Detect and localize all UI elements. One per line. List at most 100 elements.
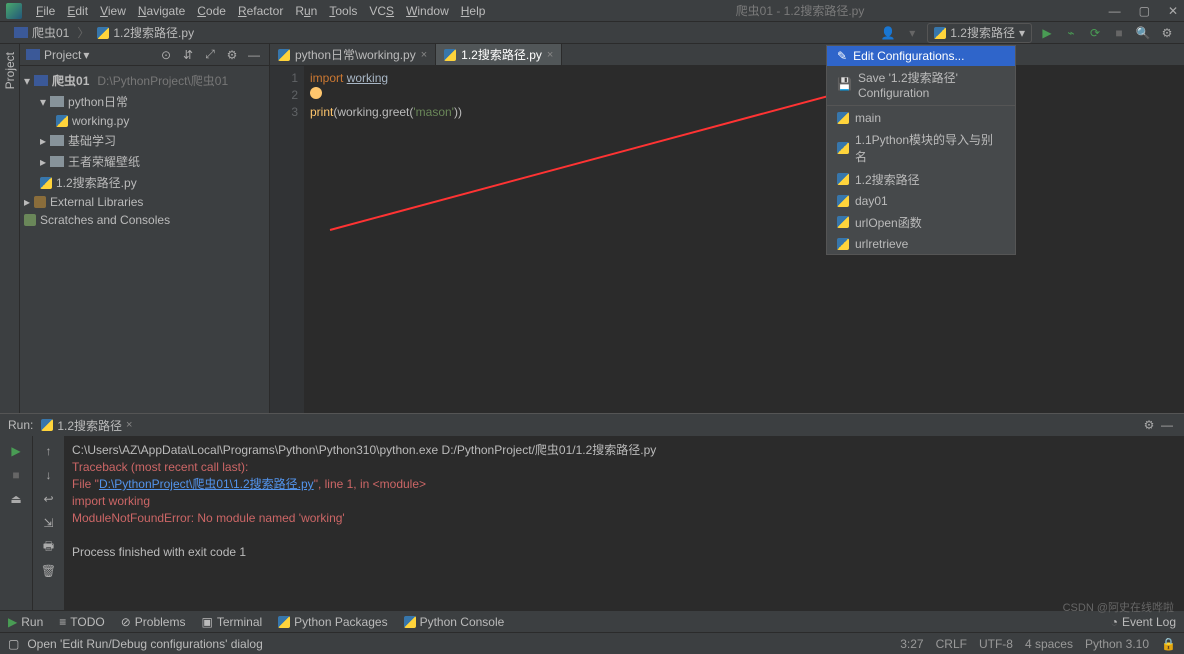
select-opened-file-icon[interactable]: ⊙ <box>157 46 175 64</box>
tree-path: D:\PythonProject\爬虫01 <box>97 72 228 89</box>
down-stack-icon[interactable]: ↓ <box>40 466 58 484</box>
tree-label: 1.2搜索路径.py <box>56 174 137 191</box>
status-lock-icon[interactable]: 🔒 <box>1161 637 1176 651</box>
search-everywhere-icon[interactable]: 🔍 <box>1134 24 1152 42</box>
collapse-all-icon[interactable]: ⤢ <box>201 46 219 64</box>
add-user-icon[interactable]: 👤 <box>879 24 897 42</box>
console-link[interactable]: D:\PythonProject\爬虫01\1.2搜索路径.py <box>99 477 314 491</box>
run-config-selector[interactable]: 1.2搜索路径 ▾ <box>927 23 1032 43</box>
menu-view[interactable]: View <box>94 4 132 18</box>
dd-save-config[interactable]: 💾 Save '1.2搜索路径' Configuration <box>827 66 1015 103</box>
expand-all-icon[interactable]: ⇵ <box>179 46 197 64</box>
bottom-tab-problems[interactable]: ⊘Problems <box>121 615 186 629</box>
editor-tab-search-path[interactable]: 1.2搜索路径.py × <box>436 44 562 65</box>
dd-item-import[interactable]: 1.1Python模块的导入与别名 <box>827 128 1015 168</box>
menu-help[interactable]: Help <box>455 4 492 18</box>
code-content[interactable]: import working print(working.greet('maso… <box>304 66 1184 413</box>
bottom-tab-packages[interactable]: Python Packages <box>278 615 387 629</box>
exit-icon[interactable]: ⏏ <box>7 490 25 508</box>
dd-label: 1.2搜索路径 <box>855 171 920 188</box>
close-tab-icon[interactable]: × <box>126 419 132 431</box>
menu-file[interactable]: File <box>30 4 61 18</box>
scroll-end-icon[interactable]: ⇲ <box>40 514 58 532</box>
status-eol[interactable]: CRLF <box>936 637 967 651</box>
dd-item-main[interactable]: main <box>827 108 1015 128</box>
project-sidebar: Project ▾ ⊙ ⇵ ⤢ ⚙ — ▾ 爬虫01 D:\PythonProj… <box>20 44 270 413</box>
breadcrumb-project[interactable]: 爬虫01 <box>8 22 75 43</box>
tree-folder-basics[interactable]: ▸基础学习 <box>20 130 269 151</box>
tab-label: Run <box>21 615 43 629</box>
tree-root[interactable]: ▾ 爬虫01 D:\PythonProject\爬虫01 <box>20 70 269 91</box>
menu-navigate[interactable]: Navigate <box>132 4 191 18</box>
minimize-button[interactable]: — <box>1109 4 1121 18</box>
bottom-tab-console[interactable]: Python Console <box>404 615 505 629</box>
close-tab-icon[interactable]: × <box>547 49 553 61</box>
python-icon <box>40 177 52 189</box>
menu-code[interactable]: Code <box>191 4 232 18</box>
menu-vcs[interactable]: VCS <box>363 4 400 18</box>
menu-refactor[interactable]: Refactor <box>232 4 289 18</box>
close-button[interactable]: ✕ <box>1168 4 1178 18</box>
stop-button[interactable]: ■ <box>7 466 25 484</box>
hide-sidebar-icon[interactable]: — <box>245 46 263 64</box>
chevron-down-icon[interactable]: ▾ <box>83 48 89 62</box>
breadcrumb-file[interactable]: 1.2搜索路径.py <box>91 22 200 43</box>
close-tab-icon[interactable]: × <box>421 49 427 61</box>
menu-window[interactable]: Window <box>400 4 455 18</box>
hide-run-icon[interactable]: — <box>1158 416 1176 434</box>
status-indent[interactable]: 4 spaces <box>1025 637 1073 651</box>
dd-item-day01[interactable]: day01 <box>827 191 1015 211</box>
terminal-icon: ▣ <box>201 615 212 629</box>
dd-item-urlretrieve[interactable]: urlretrieve <box>827 234 1015 254</box>
settings-icon[interactable]: ⚙ <box>1158 24 1176 42</box>
maximize-button[interactable]: ▢ <box>1139 4 1150 18</box>
soft-wrap-icon[interactable]: ↩ <box>40 490 58 508</box>
function: print <box>310 105 333 119</box>
menu-edit[interactable]: Edit <box>61 4 94 18</box>
status-hide-icon[interactable]: ▢ <box>8 637 19 651</box>
debug-button[interactable]: ⌁ <box>1062 24 1080 42</box>
dd-edit-configurations[interactable]: ✎ Edit Configurations... <box>827 46 1015 66</box>
bottom-tab-run[interactable]: ▶Run <box>8 615 43 629</box>
project-tool-tab[interactable]: Project <box>3 52 17 89</box>
tree-file-search-path[interactable]: 1.2搜索路径.py <box>20 172 269 193</box>
print-icon[interactable]: 🖶 <box>40 538 58 556</box>
status-interpreter[interactable]: Python 3.10 <box>1085 637 1149 651</box>
scratch-icon <box>24 214 36 226</box>
tree-folder-python-daily[interactable]: ▾python日常 <box>20 91 269 112</box>
clear-icon[interactable]: 🗑 <box>40 562 58 580</box>
code-text: )) <box>454 105 462 119</box>
tree-folder-wallpapers[interactable]: ▸王者荣耀壁纸 <box>20 151 269 172</box>
dd-item-search[interactable]: 1.2搜索路径 <box>827 168 1015 191</box>
tree-scratches[interactable]: Scratches and Consoles <box>20 211 269 229</box>
identifier: working <box>347 71 388 85</box>
run-config-tab[interactable]: 1.2搜索路径 × <box>41 417 132 434</box>
status-encoding[interactable]: UTF-8 <box>979 637 1013 651</box>
run-settings-icon[interactable]: ⚙ <box>1140 416 1158 434</box>
rerun-button[interactable]: ▶ <box>7 442 25 460</box>
menu-tools[interactable]: Tools <box>323 4 363 18</box>
intention-bulb-icon[interactable] <box>310 87 322 99</box>
stop-button[interactable]: ■ <box>1110 24 1128 42</box>
up-stack-icon[interactable]: ↑ <box>40 442 58 460</box>
bottom-tab-todo[interactable]: ≡TODO <box>59 615 104 629</box>
bottom-tab-terminal[interactable]: ▣Terminal <box>201 615 262 629</box>
code-editor[interactable]: 1 2 3 import working print(working.greet… <box>270 66 1184 413</box>
top-menu-bar: File Edit View Navigate Code Refactor Ru… <box>0 0 1184 22</box>
project-icon <box>34 75 48 86</box>
folder-icon <box>50 135 64 146</box>
coverage-button[interactable]: ⟳ <box>1086 24 1104 42</box>
tree-file-working[interactable]: working.py <box>20 112 269 130</box>
sidebar-settings-icon[interactable]: ⚙ <box>223 46 241 64</box>
console-output[interactable]: C:\Users\AZ\AppData\Local\Programs\Pytho… <box>64 436 1184 610</box>
status-position[interactable]: 3:27 <box>900 637 923 651</box>
editor-tab-working[interactable]: python日常\working.py × <box>270 44 436 65</box>
bottom-tab-event-log[interactable]: ◔Event Log <box>1111 615 1176 629</box>
dd-item-urlopen[interactable]: urlOpen函数 <box>827 211 1015 234</box>
menu-run[interactable]: Run <box>289 4 323 18</box>
dd-label: Save '1.2搜索路径' Configuration <box>858 69 1005 100</box>
line-number: 1 <box>270 70 298 87</box>
breadcrumb-label: 1.2搜索路径.py <box>113 24 194 41</box>
tree-external-libraries[interactable]: ▸External Libraries <box>20 193 269 211</box>
run-button[interactable]: ▶ <box>1038 24 1056 42</box>
